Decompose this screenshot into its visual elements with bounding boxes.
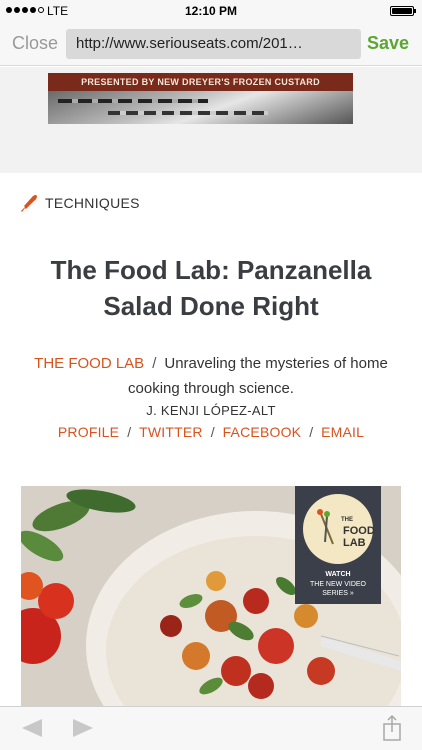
twitter-link[interactable]: TWITTER xyxy=(139,424,203,440)
ad-banner[interactable]: PRESENTED BY NEW DREYER'S FROZEN CUSTARD xyxy=(48,73,353,124)
battery-fill xyxy=(392,8,412,14)
link-separator: / xyxy=(210,424,215,440)
column-link[interactable]: THE FOOD LAB xyxy=(34,355,144,372)
back-arrow-icon[interactable] xyxy=(22,719,42,737)
browser-nav-bar: Close http://www.seriouseats.com/201… Sa… xyxy=(0,22,422,66)
badge-watch: WATCH xyxy=(325,571,351,578)
badge-series: SERIES » xyxy=(322,590,354,597)
badge-lab: LAB xyxy=(343,537,366,549)
column-separator: / xyxy=(152,355,157,372)
email-link[interactable]: EMAIL xyxy=(321,424,364,440)
column-line: THE FOOD LAB / Unraveling the mysteries of… xyxy=(20,351,402,401)
badge-the: THE xyxy=(341,517,353,523)
badge-food: FOOD xyxy=(343,525,375,537)
ad-banner-photo xyxy=(48,91,353,124)
food-lab-logo: THE FOOD LAB xyxy=(303,494,375,564)
author-links: PROFILE / TWITTER / FACEBOOK / EMAIL xyxy=(0,424,422,440)
facebook-link[interactable]: FACEBOOK xyxy=(223,424,302,440)
battery-icon xyxy=(390,6,416,16)
link-separator: / xyxy=(127,424,132,440)
status-clock: 12:10 PM xyxy=(184,4,238,18)
knife-icon xyxy=(21,195,37,212)
article-title: The Food Lab: Panzanella Salad Done Righ… xyxy=(50,255,372,321)
close-button[interactable]: Close xyxy=(12,33,58,54)
profile-link[interactable]: PROFILE xyxy=(58,424,119,440)
link-separator: / xyxy=(309,424,314,440)
status-bar: LTE 12:10 PM xyxy=(0,0,422,22)
url-field[interactable]: http://www.seriouseats.com/201… xyxy=(66,29,361,59)
ad-area: PRESENTED BY NEW DREYER'S FROZEN CUSTARD xyxy=(0,67,422,173)
author-name: J. KENJI LÓPEZ-ALT xyxy=(146,403,276,418)
forward-arrow-icon[interactable] xyxy=(73,719,93,737)
food-lab-video-badge[interactable]: THE FOOD LAB WATCH THE NEW VIDEO SERIES … xyxy=(295,486,381,604)
section-label[interactable]: TECHNIQUES xyxy=(19,193,140,213)
share-icon[interactable] xyxy=(382,715,402,741)
ad-banner-text: PRESENTED BY NEW DREYER'S FROZEN CUSTARD xyxy=(48,73,353,91)
save-button[interactable]: Save xyxy=(367,33,409,54)
column-tagline: Unraveling the mysteries of home cooking… xyxy=(128,355,388,397)
badge-subtitle: THE NEW VIDEO xyxy=(309,581,366,588)
bottom-toolbar xyxy=(0,706,422,750)
section-name: TECHNIQUES xyxy=(45,195,140,211)
